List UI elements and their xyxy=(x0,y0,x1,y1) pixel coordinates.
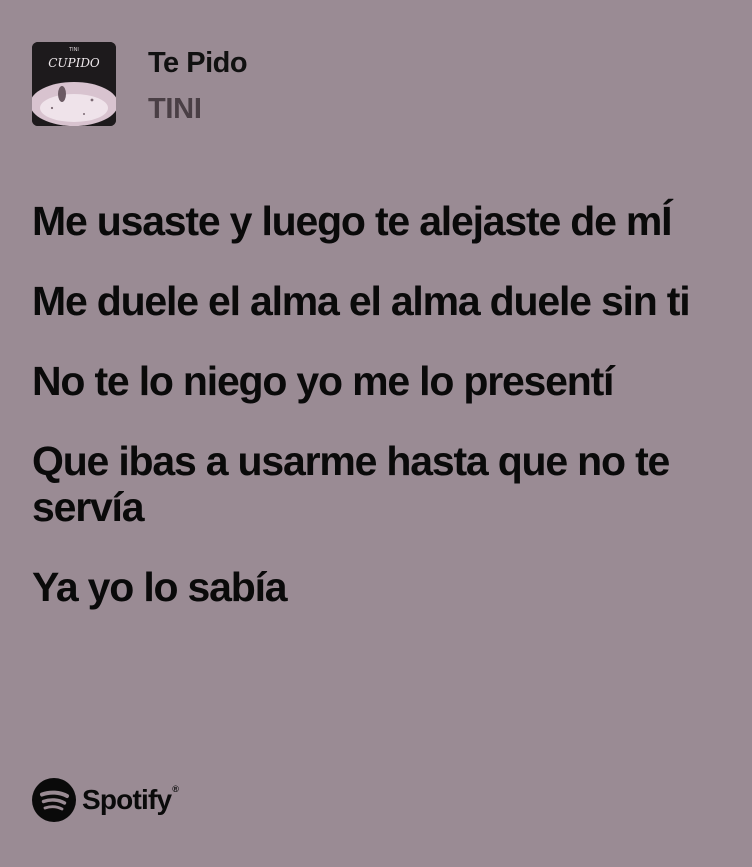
track-header: TINI CUPIDO Te Pido TINI xyxy=(32,42,248,126)
album-cover: TINI CUPIDO xyxy=(32,42,116,126)
lyric-line: Ya yo lo sabía xyxy=(32,564,288,610)
brand-name-text: Spotify xyxy=(82,784,172,815)
lyrics-share-card: TINI CUPIDO Te Pido TINI Me usaste y lue… xyxy=(0,0,752,867)
lyric-line: Me usaste y luego te alejaste de mÍ xyxy=(32,198,673,244)
song-title: Te Pido xyxy=(148,47,248,79)
spotify-wordmark: Spotify® xyxy=(82,784,179,816)
album-cover-art: TINI CUPIDO xyxy=(32,42,116,126)
lyric-line: Que ibas a usarme hasta que no te servía xyxy=(32,438,670,530)
cover-label: CUPIDO xyxy=(48,56,100,70)
spotify-branding: Spotify® xyxy=(32,778,179,822)
lyric-line: No te lo niego yo me lo presentí xyxy=(32,358,614,404)
spotify-logo-icon xyxy=(32,778,76,822)
track-meta: Te Pido TINI xyxy=(148,46,248,126)
trademark-symbol: ® xyxy=(172,784,179,794)
lyric-line: Me duele el alma el alma duele sin ti xyxy=(32,278,691,324)
lyrics-block: Me usaste y luego te alejaste de mÍ Me d… xyxy=(32,198,722,644)
cover-small-text: TINI xyxy=(68,47,79,53)
artist-name: TINI xyxy=(148,93,202,125)
